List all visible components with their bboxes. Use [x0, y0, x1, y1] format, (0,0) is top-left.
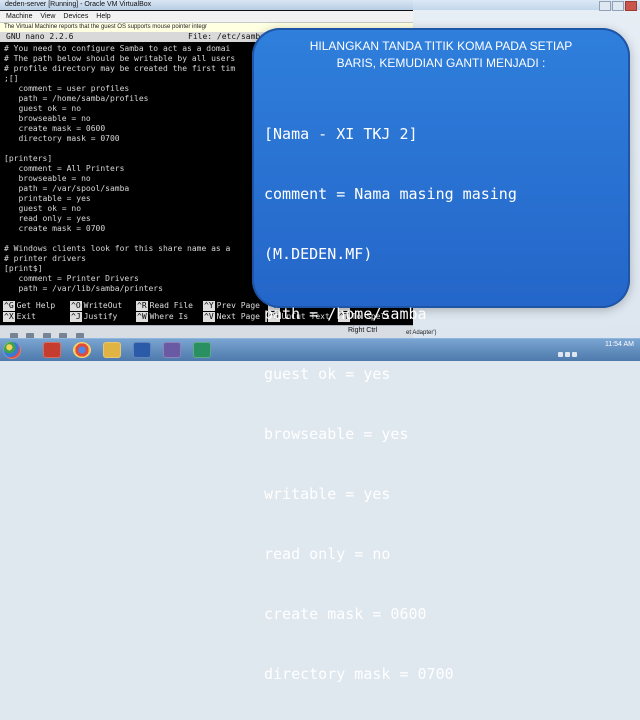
- system-tray: [556, 344, 582, 357]
- callout-line: path = /home/samba: [264, 305, 427, 323]
- notice-text: The Virtual Machine reports that the gue…: [4, 24, 207, 30]
- menu-devices[interactable]: Devices: [63, 11, 88, 22]
- callout-line: browseable = yes: [264, 425, 409, 443]
- help-justify: ^J Justify: [70, 312, 118, 322]
- terminal-line: comment = All Printers: [4, 164, 125, 173]
- callout-line: create mask = 0600: [264, 605, 427, 623]
- terminal-line: guest ok = no: [4, 104, 82, 113]
- callout-line: comment = Nama masing masing: [264, 185, 517, 203]
- chrome-icon[interactable]: [73, 342, 91, 358]
- help-get-help: ^G Get Help: [3, 301, 56, 311]
- callout-line: [Nama - XI TKJ 2]: [264, 125, 418, 143]
- terminal-line: comment = user profiles: [4, 84, 130, 93]
- terminal-line: # You need to configure Samba to act as …: [4, 44, 231, 53]
- callout-title: HILANGKAN TANDA TITIK KOMA PADA SETIAP B…: [309, 39, 573, 70]
- callout-line: directory mask = 0700: [264, 665, 454, 683]
- terminal-line: path = /var/spool/samba: [4, 184, 130, 193]
- terminal-line: directory mask = 0700: [4, 134, 120, 143]
- help-read-file: ^R Read File: [136, 301, 193, 311]
- minimize-icon[interactable]: [599, 1, 611, 11]
- menu-bar: Machine View Devices Help: [0, 11, 413, 23]
- start-icon[interactable]: [3, 341, 21, 359]
- window-title: deden-server [Running] - Oracle VM Virtu…: [5, 1, 152, 8]
- help-where-is: ^W Where Is: [136, 312, 189, 322]
- terminal-line: browseable = no: [4, 114, 91, 123]
- window-titlebar[interactable]: deden-server [Running] - Oracle VM Virtu…: [0, 0, 413, 10]
- terminal-line: [print$]: [4, 264, 43, 273]
- callout-line: writable = yes: [264, 485, 391, 503]
- instruction-callout: HILANGKAN TANDA TITIK KOMA PADA SETIAP B…: [252, 28, 630, 683]
- terminal-line: # The path below should be writable by a…: [4, 54, 236, 63]
- pdf-icon[interactable]: [43, 342, 61, 358]
- terminal-line: guest ok = no: [4, 204, 82, 213]
- terminal-line: # printer drivers: [4, 254, 86, 263]
- status-icons: [10, 328, 88, 341]
- close-icon[interactable]: [625, 1, 637, 11]
- terminal-line: # Windows clients look for this share na…: [4, 244, 231, 253]
- terminal-line: create mask = 0600: [4, 124, 106, 133]
- callout-code: [Nama - XI TKJ 2] comment = Nama masing …: [264, 84, 517, 720]
- menu-help[interactable]: Help: [96, 11, 110, 22]
- menu-machine[interactable]: Machine: [6, 11, 32, 22]
- help-prev-page: ^Y Prev Page: [203, 301, 260, 311]
- terminal-line: # profile directory may be created the f…: [4, 64, 236, 73]
- callout-line: (M.DEDEN.MF): [264, 245, 373, 263]
- help-exit: ^X Exit: [3, 312, 36, 322]
- media-icon[interactable]: [193, 342, 211, 358]
- callout-line: guest ok = yes: [264, 365, 391, 383]
- word-icon[interactable]: [133, 342, 151, 358]
- menu-view[interactable]: View: [40, 11, 55, 22]
- terminal-line: ;[]: [4, 74, 19, 83]
- terminal-line: create mask = 0700: [4, 224, 106, 233]
- nano-version: GNU nano 2.2.6: [6, 32, 74, 41]
- folder-icon[interactable]: [103, 342, 121, 358]
- terminal-line: comment = Printer Drivers: [4, 274, 139, 283]
- terminal-line: path = /var/lib/samba/printers: [4, 284, 163, 293]
- help-writeout: ^O WriteOut: [70, 301, 123, 311]
- virtualbox-icon[interactable]: [163, 342, 181, 358]
- terminal-line: path = /home/samba/profiles: [4, 94, 149, 103]
- terminal-line: browseable = no: [4, 174, 91, 183]
- terminal-line: read only = yes: [4, 214, 91, 223]
- callout-line: read only = no: [264, 545, 391, 563]
- clock: 11:54 AM: [604, 341, 634, 348]
- terminal-line: printable = yes: [4, 194, 91, 203]
- terminal-line: [printers]: [4, 154, 53, 163]
- maximize-icon[interactable]: [612, 1, 624, 11]
- taskbar: 11:54 AM: [0, 338, 640, 361]
- help-next-page: ^V Next Page: [203, 312, 260, 322]
